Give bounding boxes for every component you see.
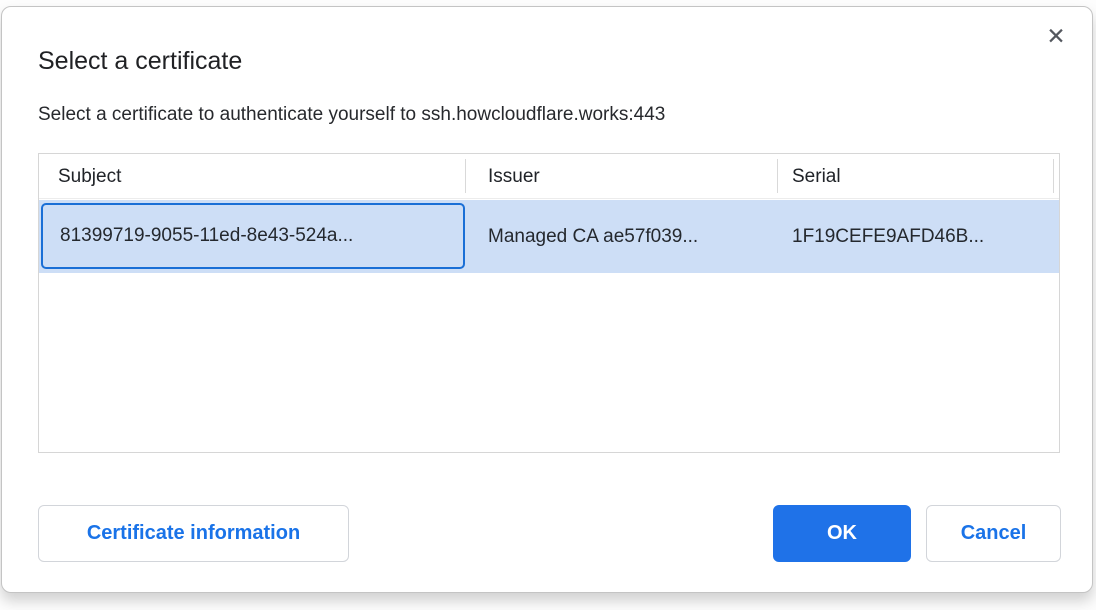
cell-subject: 81399719-9055-11ed-8e43-524a... — [60, 205, 353, 267]
column-header-serial[interactable]: Serial — [792, 154, 841, 199]
table-header: Subject Issuer Serial — [39, 154, 1059, 199]
cell-issuer: Managed CA ae57f039... — [488, 200, 698, 273]
column-divider[interactable] — [1053, 159, 1054, 193]
column-header-subject[interactable]: Subject — [58, 154, 121, 199]
cancel-button[interactable]: Cancel — [926, 505, 1061, 562]
column-header-issuer[interactable]: Issuer — [488, 154, 540, 199]
certificate-select-dialog: ✕ Select a certificate Select a certific… — [1, 6, 1093, 593]
certificate-information-button[interactable]: Certificate information — [38, 505, 349, 562]
ok-button[interactable]: OK — [773, 505, 911, 562]
column-divider[interactable] — [777, 159, 778, 193]
selected-subject-cell[interactable]: 81399719-9055-11ed-8e43-524a... — [41, 203, 465, 269]
certificate-table: Subject Issuer Serial 81399719-9055-11ed… — [38, 153, 1060, 453]
close-icon[interactable]: ✕ — [1038, 19, 1074, 55]
dialog-title: Select a certificate — [38, 47, 242, 76]
column-divider[interactable] — [465, 159, 466, 193]
cell-serial: 1F19CEFE9AFD46B... — [792, 200, 984, 273]
dialog-subtitle: Select a certificate to authenticate you… — [38, 104, 665, 126]
table-row-selected[interactable]: 81399719-9055-11ed-8e43-524a... Managed … — [39, 200, 1059, 273]
